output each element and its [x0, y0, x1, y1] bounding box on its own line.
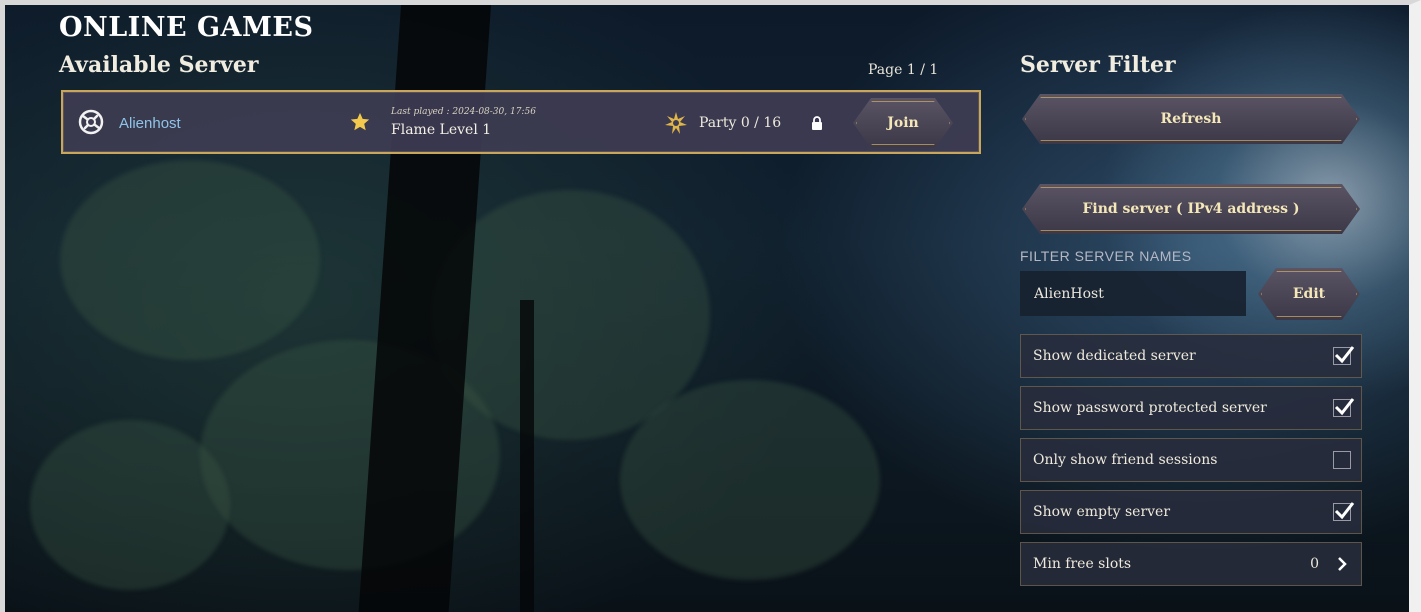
empty-server-checkbox[interactable]: [1333, 502, 1355, 521]
join-button-label: Join: [887, 115, 919, 131]
server-name-filter-input[interactable]: [1020, 271, 1246, 316]
find-server-button-label: Find server ( IPv4 address ): [1082, 201, 1300, 217]
last-played-label: Last played : 2024-08-30, 17:56: [391, 107, 536, 117]
min-free-slots-value: 0: [1310, 556, 1319, 572]
page-title: ONLINE GAMES: [59, 12, 314, 43]
find-server-button[interactable]: Find server ( IPv4 address ): [1022, 184, 1360, 234]
lock-icon: [812, 116, 822, 130]
min-free-slots-label: Min free slots: [1033, 556, 1132, 572]
join-button[interactable]: Join: [853, 98, 953, 148]
refresh-button-label: Refresh: [1160, 111, 1222, 127]
page-indicator: Page 1 / 1: [868, 62, 939, 78]
option-label: Show password protected server: [1033, 400, 1267, 416]
filter-server-names-label: FILTER SERVER NAMES: [1020, 248, 1192, 264]
option-show-dedicated-server[interactable]: Show dedicated server: [1020, 334, 1362, 378]
option-min-free-slots[interactable]: Min free slots 0: [1020, 542, 1362, 586]
world-name: Flame Level 1: [391, 122, 492, 138]
star-icon[interactable]: [349, 111, 371, 133]
option-show-empty-server[interactable]: Show empty server: [1020, 490, 1362, 534]
party-count: Party 0 / 16: [699, 115, 782, 131]
server-name: Alienhost: [119, 115, 181, 132]
chevron-right-icon[interactable]: [1337, 556, 1347, 572]
option-label: Show empty server: [1033, 504, 1171, 520]
option-only-show-friend-sessions[interactable]: Only show friend sessions: [1020, 438, 1362, 482]
server-filter-title: Server Filter: [1020, 52, 1176, 78]
option-show-password-protected-server[interactable]: Show password protected server: [1020, 386, 1362, 430]
dedicated-server-checkbox[interactable]: [1333, 346, 1355, 365]
password-protected-checkbox[interactable]: [1333, 398, 1355, 417]
checkmark-icon: [1334, 502, 1355, 520]
party-emblem-icon: [665, 112, 687, 134]
checkmark-icon: [1334, 398, 1355, 416]
server-emblem-icon: [78, 109, 104, 135]
checkmark-icon: [1334, 346, 1355, 364]
option-label: Show dedicated server: [1033, 348, 1196, 364]
refresh-button[interactable]: Refresh: [1022, 94, 1360, 144]
option-label: Only show friend sessions: [1033, 452, 1218, 468]
section-title-available-server: Available Server: [59, 52, 259, 78]
edit-button[interactable]: Edit: [1258, 268, 1360, 320]
server-row[interactable]: Alienhost Last played : 2024-08-30, 17:5…: [61, 90, 981, 154]
friend-sessions-checkbox[interactable]: [1333, 451, 1351, 469]
edit-button-label: Edit: [1292, 286, 1326, 302]
